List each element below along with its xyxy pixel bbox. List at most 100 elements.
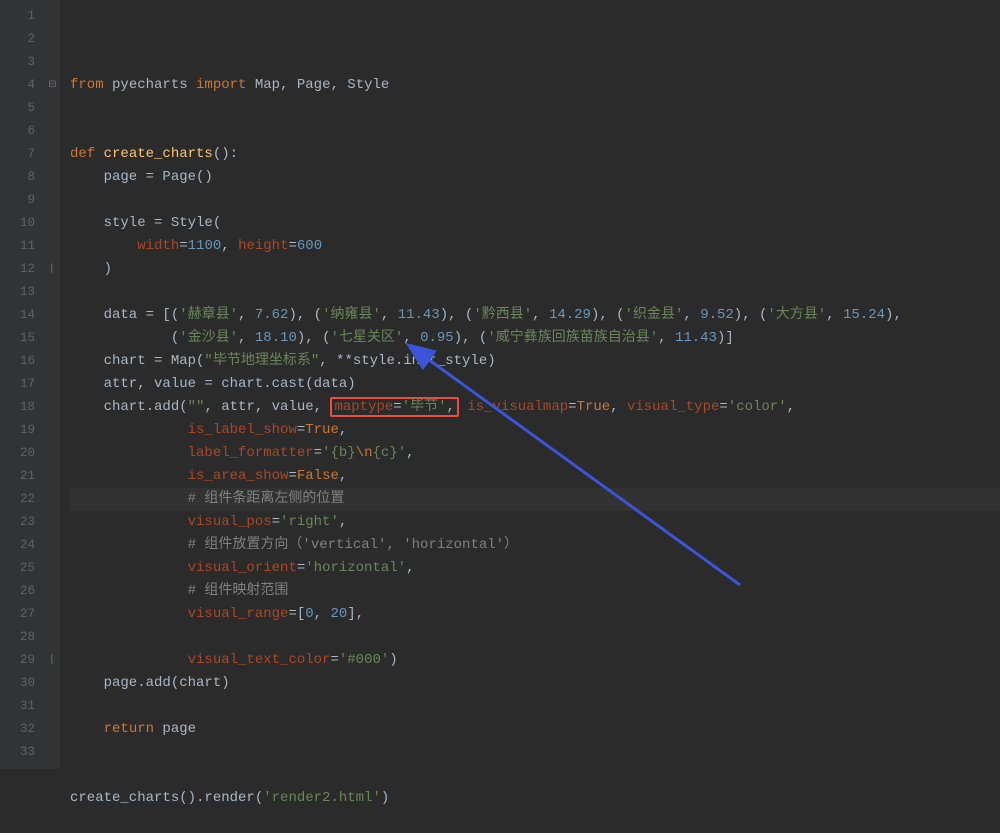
code-line[interactable] [70, 97, 1000, 120]
code-token: 9.52 [700, 307, 734, 323]
code-token: = [719, 399, 727, 415]
code-token [70, 583, 188, 599]
code-line[interactable]: is_label_show=True, [70, 419, 1000, 442]
fold-marker [45, 465, 60, 488]
code-token: =[ [288, 606, 305, 622]
code-token: 'right' [280, 514, 339, 530]
fold-marker [45, 442, 60, 465]
code-line[interactable] [70, 626, 1000, 649]
line-number: 10 [0, 212, 35, 235]
code-line[interactable]: return page [70, 718, 1000, 741]
code-token: 14.29 [549, 307, 591, 323]
line-number: 7 [0, 143, 35, 166]
code-token: '威宁彝族回族苗族自治县' [487, 330, 658, 346]
code-token: 'render2.html' [263, 790, 381, 806]
code-token: = [314, 445, 322, 461]
code-token: 15.24 [843, 307, 885, 323]
code-line[interactable]: label_formatter='{b}\n{c}', [70, 442, 1000, 465]
code-token: , [238, 330, 255, 346]
code-line[interactable]: visual_orient='horizontal', [70, 557, 1000, 580]
fold-marker [45, 534, 60, 557]
code-token: , [238, 307, 255, 323]
code-line[interactable]: data = [('赫章县', 7.62), ('纳雍县', 11.43), (… [70, 304, 1000, 327]
line-number: 30 [0, 672, 35, 695]
code-line[interactable]: # 组件放置方向（'vertical', 'horizontal'） [70, 534, 1000, 557]
code-line[interactable]: attr, value = chart.cast(data) [70, 373, 1000, 396]
code-token: , [406, 560, 414, 576]
line-number: 20 [0, 442, 35, 465]
code-token: # 组件放置方向（'vertical', 'horizontal'） [188, 537, 518, 553]
code-line[interactable]: def create_charts(): [70, 143, 1000, 166]
fold-marker [45, 28, 60, 51]
code-token: ), [885, 307, 902, 323]
code-token: 'horizontal' [305, 560, 406, 576]
code-line[interactable] [70, 281, 1000, 304]
code-line[interactable]: chart.add("", attr, value, maptype='毕节',… [70, 396, 1000, 419]
line-number: 26 [0, 580, 35, 603]
code-line[interactable]: visual_range=[0, 20], [70, 603, 1000, 626]
code-token: Style [347, 77, 389, 93]
fold-marker [45, 557, 60, 580]
code-token: , [683, 307, 700, 323]
code-line[interactable]: width=1100, height=600 [70, 235, 1000, 258]
code-token: = [330, 652, 338, 668]
code-editor[interactable]: 1234567891011121314151617181920212223242… [0, 0, 1000, 769]
fold-gutter[interactable]: ⊟ ⌊ ⌊ [45, 0, 60, 769]
code-token: ), ( [440, 307, 474, 323]
code-line[interactable]: page.add(chart) [70, 672, 1000, 695]
code-area[interactable]: from pyecharts import Map, Page, Style d… [60, 0, 1000, 769]
code-token [70, 514, 188, 530]
line-number: 33 [0, 741, 35, 764]
code-token: , [532, 307, 549, 323]
line-number: 32 [0, 718, 35, 741]
fold-marker[interactable]: ⌊ [45, 258, 60, 281]
code-token: 20 [330, 606, 347, 622]
code-line[interactable] [70, 695, 1000, 718]
fold-marker[interactable]: ⊟ [45, 74, 60, 97]
code-token: , [339, 468, 347, 484]
code-line[interactable]: from pyecharts import Map, Page, Style [70, 74, 1000, 97]
code-token: 11.43 [675, 330, 717, 346]
code-line[interactable]: ('金沙县', 18.10), ('七星关区', 0.95), ('威宁彝族回族… [70, 327, 1000, 350]
code-line[interactable]: visual_text_color='#000') [70, 649, 1000, 672]
code-token: ( [70, 330, 179, 346]
code-line[interactable] [70, 810, 1000, 833]
fold-marker [45, 488, 60, 511]
code-line[interactable] [70, 741, 1000, 764]
code-line[interactable] [70, 120, 1000, 143]
code-token: ), ( [288, 307, 322, 323]
code-token: , [339, 514, 347, 530]
code-line[interactable]: # 组件条距离左侧的位置 [70, 488, 1000, 511]
code-line[interactable] [70, 764, 1000, 787]
code-token: = [288, 238, 296, 254]
line-number: 11 [0, 235, 35, 258]
code-line[interactable]: # 组件映射范围 [70, 580, 1000, 603]
fold-marker [45, 580, 60, 603]
fold-marker [45, 718, 60, 741]
fold-marker[interactable]: ⌊ [45, 649, 60, 672]
line-number: 12 [0, 258, 35, 281]
code-line[interactable]: page = Page() [70, 166, 1000, 189]
fold-marker [45, 741, 60, 764]
fold-marker [45, 695, 60, 718]
code-token: visual_text_color [188, 652, 331, 668]
code-line[interactable]: chart = Map("毕节地理坐标系", **style.init_styl… [70, 350, 1000, 373]
line-number: 19 [0, 419, 35, 442]
code-line[interactable]: create_charts().render('render2.html') [70, 787, 1000, 810]
code-token: , [280, 77, 297, 93]
code-line[interactable]: style = Style( [70, 212, 1000, 235]
code-line[interactable]: ) [70, 258, 1000, 281]
code-line[interactable]: is_area_show=False, [70, 465, 1000, 488]
code-token: , [826, 307, 843, 323]
code-line[interactable]: visual_pos='right', [70, 511, 1000, 534]
code-line[interactable] [70, 189, 1000, 212]
code-token: ], [347, 606, 364, 622]
line-number: 16 [0, 350, 35, 373]
code-token: is_area_show [188, 468, 289, 484]
annotation-box: maptype='毕节', [330, 397, 458, 417]
code-token: , [406, 445, 414, 461]
fold-marker [45, 281, 60, 304]
code-token: 'color' [728, 399, 787, 415]
code-token [70, 606, 188, 622]
code-token: # 组件条距离左侧的位置 [188, 491, 345, 507]
